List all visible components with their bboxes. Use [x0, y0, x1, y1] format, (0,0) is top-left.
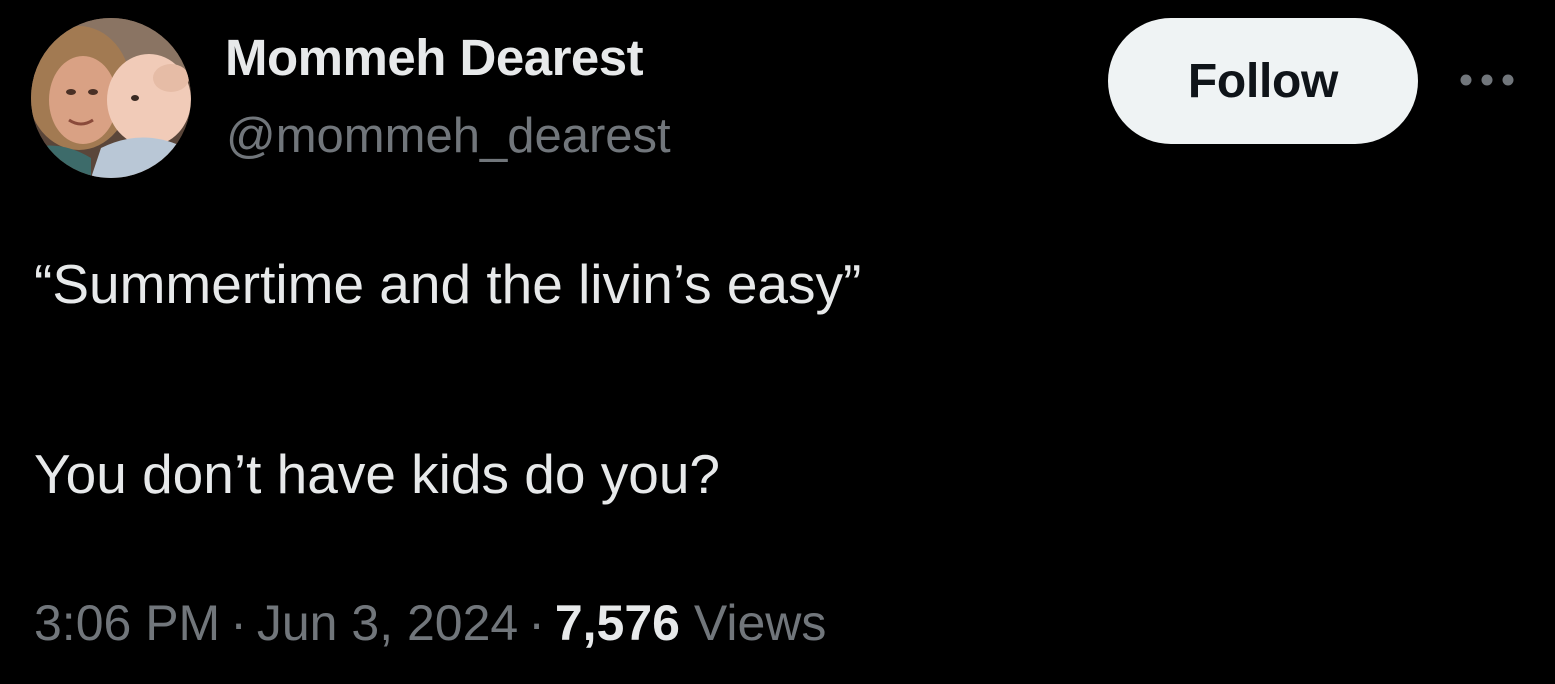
views-count: 7,576 — [554, 595, 680, 651]
tweet-date[interactable]: Jun 3, 2024 — [257, 595, 518, 651]
avatar[interactable] — [31, 18, 191, 178]
tweet-text-line: “Summertime and the livin’s easy” — [34, 253, 862, 315]
follow-button[interactable]: Follow — [1108, 18, 1418, 144]
tweet-time[interactable]: 3:06 PM — [34, 595, 220, 651]
user-handle[interactable]: @mommeh_dearest — [226, 108, 671, 164]
tweet-card: Mommeh Dearest @mommeh_dearest Follow “S… — [0, 0, 1555, 684]
tweet-text-line: You don’t have kids do you? — [34, 443, 720, 505]
more-options-button[interactable] — [1452, 60, 1522, 100]
tweet-metadata: 3:06 PM · Jun 3, 2024 · 7,576 Views — [34, 594, 826, 652]
separator: · — [230, 595, 247, 651]
tweet-text: “Summertime and the livin’s easy” You do… — [34, 244, 861, 514]
profile-photo-icon — [31, 18, 191, 178]
display-name[interactable]: Mommeh Dearest — [225, 28, 644, 87]
views-label: Views — [693, 595, 827, 651]
separator: · — [528, 595, 545, 651]
more-horizontal-icon — [1460, 74, 1514, 86]
